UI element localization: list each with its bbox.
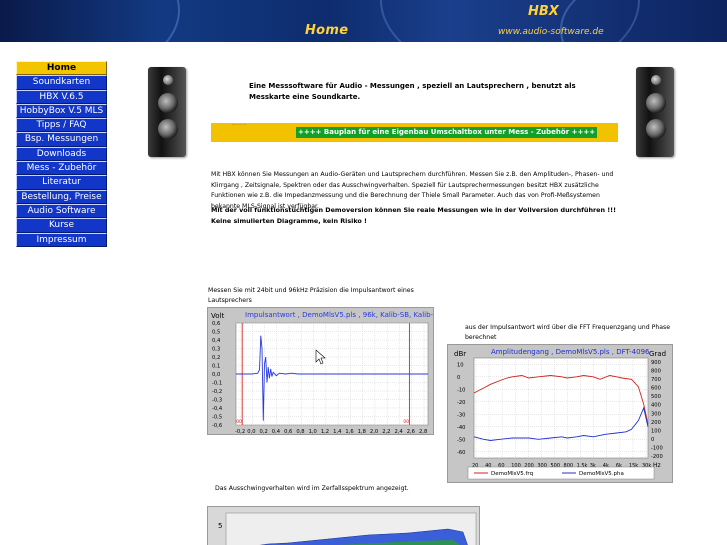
y-tick-label: -0,6 bbox=[212, 423, 222, 429]
x-tick-label: 0,4 bbox=[272, 429, 281, 435]
x-tick-label: 1,6 bbox=[345, 429, 353, 435]
announcement-bar: ... ... ... ++++ Bauplan für eine Eigenb… bbox=[211, 121, 618, 142]
nav-item-bestellung-preise[interactable]: Bestellung, Preise bbox=[16, 189, 107, 204]
y-tick-label: -0,2 bbox=[212, 389, 222, 395]
marker-label: 00 bbox=[403, 419, 409, 425]
x-tick-label: 0,8 bbox=[296, 429, 304, 435]
x-tick-label: 0,2 bbox=[260, 429, 268, 435]
y-tick-label: 0,3 bbox=[212, 347, 220, 353]
chart-title: Impulsantwort , DemoMlsV5.pls , 96k, Kal… bbox=[245, 311, 434, 319]
chart-title: Amplitudengang , DemoMlsV5.pls , DFT-409… bbox=[491, 348, 650, 356]
intro-text: Eine Messsoftware für Audio - Messungen … bbox=[249, 82, 576, 101]
nav-item-downloads[interactable]: Downloads bbox=[16, 146, 107, 162]
decay-spectrum-plot: 5 bbox=[218, 512, 477, 545]
y-tick-label: 10 bbox=[457, 362, 464, 368]
y-axis-label: dBr bbox=[454, 350, 466, 358]
legend-label: DemoMlsV5.frq bbox=[491, 471, 533, 477]
x-tick-label: 0,6 bbox=[284, 429, 292, 435]
y-tick-label: 0,2 bbox=[212, 355, 220, 361]
y-tick-label: -40 bbox=[457, 425, 465, 431]
y2-tick-label: -100 bbox=[651, 445, 663, 451]
y-tick-label: 0,6 bbox=[212, 321, 220, 327]
x-tick-label: 1,8 bbox=[358, 429, 366, 435]
bauplan-link[interactable]: ++++ Bauplan für eine Eigenbau Umschaltb… bbox=[296, 127, 598, 138]
impulse-response-plot: Volt Impulsantwort , DemoMlsV5.pls , 96k,… bbox=[211, 311, 434, 435]
y-tick-label: 0,5 bbox=[212, 330, 220, 336]
y-tick-label: 0,1 bbox=[212, 364, 220, 370]
y-tick-label: -10 bbox=[457, 387, 465, 393]
nav-item-bsp-messungen[interactable]: Bsp. Messungen bbox=[16, 132, 107, 147]
x-tick-label: 2,0 bbox=[370, 429, 378, 435]
y2-axis-label: Grad bbox=[649, 350, 666, 358]
x-tick-label: 1,4 bbox=[333, 429, 342, 435]
nav-item-mess-zubehoer[interactable]: Mess - Zubehör bbox=[16, 161, 107, 176]
y2-tick-label: -200 bbox=[651, 454, 663, 460]
page-title: Home bbox=[305, 23, 349, 38]
y-tick-label: -0,3 bbox=[212, 398, 222, 404]
brand-title: HBX bbox=[528, 4, 559, 19]
nav-item-hobbybox[interactable]: HobbyBox V.5 MLS bbox=[16, 103, 107, 119]
x-tick-label: 1,0 bbox=[309, 429, 317, 435]
caption-spectrum: Das Ausschwingverhalten wird im Zerfalls… bbox=[215, 485, 409, 492]
nav-item-audio-software[interactable]: Audio Software bbox=[16, 203, 107, 219]
y2-tick-label: 100 bbox=[651, 428, 661, 434]
x-tick-label: 2,6 bbox=[407, 429, 415, 435]
legend-label: DemoMlsV5.pha bbox=[579, 471, 624, 477]
x-tick-label: 2,4 bbox=[394, 429, 403, 435]
nav-item-literatur[interactable]: Literatur bbox=[16, 175, 107, 190]
y2-tick-label: 700 bbox=[651, 377, 661, 383]
speaker-image-left bbox=[148, 67, 186, 157]
site-url[interactable]: www.audio-software.de bbox=[498, 27, 604, 37]
speaker-image-right bbox=[636, 67, 674, 157]
y-tick-label: -50 bbox=[457, 437, 465, 443]
y-tick-label: -0,1 bbox=[212, 381, 222, 387]
frequency-response-plot: dBr GradAmplitudengang , DemoMlsV5.pls , … bbox=[454, 348, 666, 480]
y2-tick-label: 400 bbox=[651, 403, 661, 409]
plot-area bbox=[473, 357, 649, 459]
y-tick-label: -20 bbox=[457, 400, 465, 406]
x-tick-label: -0,2 bbox=[235, 429, 245, 435]
y-tick-label: -0,4 bbox=[212, 406, 223, 412]
y-tick-label: 0,4 bbox=[212, 338, 221, 344]
y2-tick-label: 600 bbox=[651, 386, 661, 392]
x-tick-label: 1,2 bbox=[321, 429, 329, 435]
impulse-response-chart: Volt Impulsantwort , DemoMlsV5.pls , 96k,… bbox=[207, 307, 434, 435]
y-tick-label: -0,5 bbox=[212, 415, 222, 421]
caption-fft: aus der Impulsantwort wird über die FFT … bbox=[465, 324, 671, 341]
nav-item-tipps-faq[interactable]: Tipps / FAQ bbox=[16, 118, 107, 133]
nav-item-hbx-v65[interactable]: HBX V.6.5 bbox=[16, 89, 107, 104]
y-axis-label: Volt bbox=[211, 312, 224, 320]
sidebar-nav: Home Soundkarten HBX V.6.5 HobbyBox V.5 … bbox=[16, 61, 107, 247]
header-banner: Home HBX www.audio-software.de bbox=[0, 0, 727, 42]
y2-tick-label: 0 bbox=[651, 437, 654, 443]
y2-tick-label: 200 bbox=[651, 420, 661, 426]
y-tick-label: -30 bbox=[457, 412, 465, 418]
nav-item-kurse[interactable]: Kurse bbox=[16, 218, 107, 233]
decay-spectrum-chart: 5 bbox=[207, 506, 480, 545]
y-tick-label: 0,0 bbox=[212, 372, 220, 378]
y2-tick-label: 300 bbox=[651, 411, 661, 417]
x-tick-label: 0,0 bbox=[247, 429, 255, 435]
y-tick-label: 5 bbox=[218, 522, 222, 530]
x-tick-label: 2,2 bbox=[382, 429, 390, 435]
y-tick-label: -60 bbox=[457, 450, 465, 456]
x-tick-label: 2,8 bbox=[419, 429, 427, 435]
frequency-response-chart: dBr Grad Amplitudengang , DemoMlsV5.pls , … bbox=[447, 344, 673, 483]
demo-paragraph: Mit der voll funktionstüchtigen Demovers… bbox=[211, 206, 617, 225]
caption-impulse: Messen Sie mit 24bit und 96kHz Präzision… bbox=[208, 287, 414, 304]
y2-tick-label: 800 bbox=[651, 369, 661, 375]
marker-label: 00 bbox=[236, 419, 242, 425]
nav-item-impressum[interactable]: Impressum bbox=[16, 232, 107, 247]
link-bar-note: ... ... ... bbox=[232, 121, 246, 126]
y-tick-label: 0 bbox=[457, 375, 460, 381]
y2-tick-label: 900 bbox=[651, 360, 661, 366]
nav-item-home[interactable]: Home bbox=[16, 61, 107, 76]
y2-tick-label: 500 bbox=[651, 394, 661, 400]
nav-item-soundkarten[interactable]: Soundkarten bbox=[16, 75, 107, 90]
banner-decoration bbox=[0, 0, 180, 42]
